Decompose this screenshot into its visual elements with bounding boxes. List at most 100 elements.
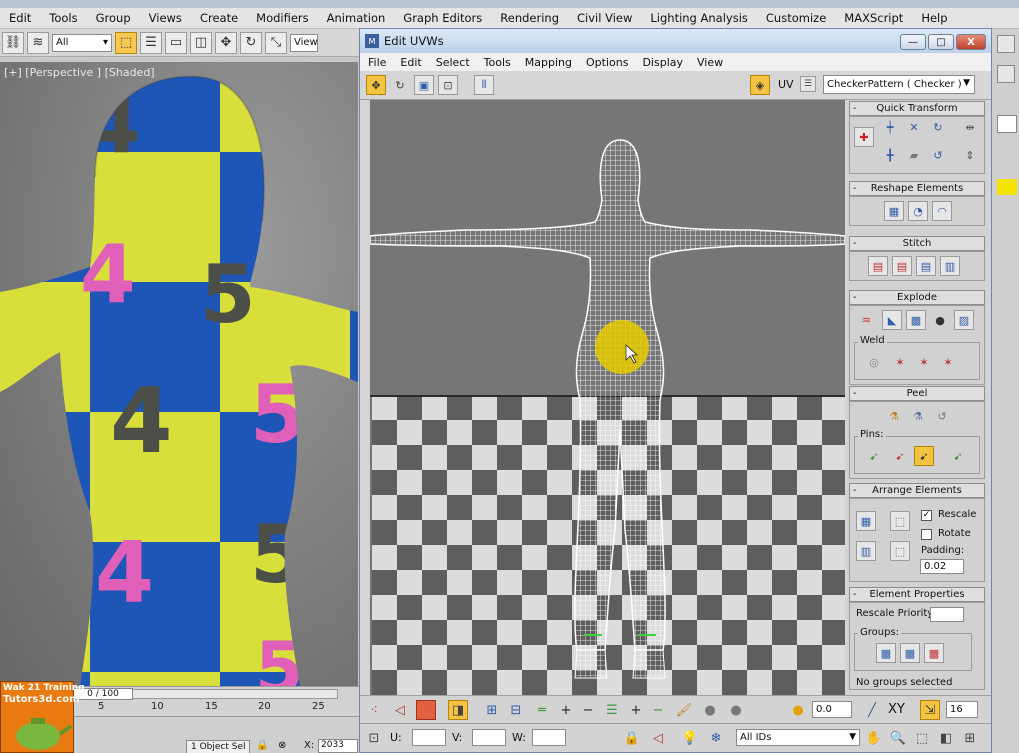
perspective-viewport[interactable]: 4 5 4 4 5 4 5 5 [+] [Perspective ] [Shad… [0,62,358,686]
ring-icon[interactable]: ☰ [602,700,622,720]
material-ids-dropdown[interactable]: All IDs ▼ [736,729,860,746]
paint-grow-icon[interactable]: ● [700,700,720,720]
show-map-icon[interactable]: ◈ [750,75,770,95]
panel-icon[interactable] [997,35,1015,53]
pivot-icon[interactable]: ✚ [854,127,874,147]
flatten-icon[interactable]: ▩ [906,310,926,330]
uvw-menu-display[interactable]: Display [634,56,689,69]
uvw-menu-mapping[interactable]: Mapping [517,56,578,69]
lock-icon[interactable]: 🔒 [622,728,642,748]
absolute-mode-icon[interactable]: ⊡ [364,728,384,748]
rollout-quick-transform[interactable]: Quick Transform [849,101,985,116]
relax-until-flat-icon[interactable]: ◠ [932,201,952,221]
grow-selection-icon[interactable]: ⊞ [482,700,502,720]
uvw-menu-file[interactable]: File [360,56,392,69]
menu-modifiers[interactable]: Modifiers [247,11,318,25]
falloff-type-icon[interactable]: ╱ [862,700,882,720]
menu-views[interactable]: Views [140,11,191,25]
w-coordinate-field[interactable] [532,729,566,746]
scale-icon[interactable]: ▣ [414,75,434,95]
weld-threshold-icon[interactable]: ✶ [914,352,934,372]
rollout-element-properties[interactable]: Element Properties [849,587,985,602]
freeze-icon[interactable]: ❄ [706,728,726,748]
minimize-button[interactable]: — [900,34,926,50]
lock-icon[interactable]: 🔒 [256,740,268,751]
maximize-button[interactable]: □ [928,34,954,50]
menu-maxscript[interactable]: MAXScript [835,11,912,25]
weld-target-icon[interactable]: ◎ [864,352,884,372]
ungroup-selected-icon[interactable]: ▩ [900,643,920,663]
stitch-source-icon[interactable]: ▤ [868,256,888,276]
grow-ring-icon[interactable]: + [626,700,646,720]
shrink-ring-icon[interactable]: − [648,700,668,720]
menu-lighting-analysis[interactable]: Lighting Analysis [641,11,757,25]
group-selected-icon[interactable]: ▩ [876,643,896,663]
menu-civil-view[interactable]: Civil View [568,11,641,25]
rotate-checkbox[interactable] [921,529,932,540]
x-coordinate-field[interactable]: 2033 [318,739,358,753]
rollout-stitch[interactable]: Stitch [849,236,985,251]
light-bulb-icon[interactable]: 💡 [680,728,700,748]
unlink-icon[interactable]: ≋ [27,31,49,54]
menu-tools[interactable]: Tools [40,11,86,25]
xy-label[interactable]: XY [888,702,905,717]
pack-together-icon[interactable]: ▥ [856,541,876,561]
move-icon[interactable]: ✥ [366,75,386,95]
rescale-priority-spinner[interactable] [930,607,964,622]
vertex-mode-icon[interactable]: ⁖ [364,700,384,720]
align-diagonal-icon[interactable]: ✕ [904,117,924,137]
menu-edit[interactable]: Edit [0,11,40,25]
grid-snap-icon[interactable]: ⊞ [960,728,980,748]
select-group-icon[interactable]: ▩ [924,643,944,663]
uvw-menu-options[interactable]: Options [578,56,634,69]
pan-icon[interactable]: ✋ [864,728,884,748]
rollout-explode[interactable]: Explode [849,290,985,305]
close-button[interactable]: X [956,34,986,50]
color-swatch[interactable] [997,179,1017,195]
grow-loop-icon[interactable]: + [556,700,576,720]
pack-custom-icon[interactable]: ▦ [856,511,876,531]
rotate-icon[interactable]: ↻ [390,75,410,95]
link-icon[interactable]: ⛓ [2,31,24,54]
unpin-icon[interactable]: ➹ [890,446,910,466]
list-icon[interactable]: ☰ [800,76,816,92]
select-lock-icon[interactable]: ⊗ [278,740,286,751]
quick-peel-icon[interactable]: ⚗ [884,406,904,426]
padding-spinner[interactable]: 0.02 [920,559,964,574]
edge-mode-icon[interactable]: ◁ [390,700,410,720]
space-horizontal-icon[interactable]: ⇹ [960,117,980,137]
uvw-menu-select[interactable]: Select [428,56,476,69]
break-icon[interactable]: ♒ [856,310,876,330]
rotate-ccw-icon[interactable]: ↺ [928,145,948,165]
stitch-custom-icon[interactable]: ▥ [940,256,960,276]
stitch-target-icon[interactable]: ▤ [916,256,936,276]
menu-group[interactable]: Group [87,11,140,25]
sphere-icon[interactable]: ● [930,310,950,330]
rollout-reshape-elements[interactable]: Reshape Elements [849,181,985,196]
menu-help[interactable]: Help [912,11,956,25]
pack-rescale-icon[interactable]: ⬚ [890,541,910,561]
zoom-icon[interactable]: 🔍 [888,728,908,748]
uvw-menu-edit[interactable]: Edit [392,56,427,69]
uvw-menu-view[interactable]: View [689,56,729,69]
menu-customize[interactable]: Customize [757,11,835,25]
paint-select-icon[interactable]: 🖌 [674,700,694,720]
hide-icon[interactable]: ◁ [648,728,668,748]
loop-icon[interactable]: ═ [532,700,552,720]
modify-icon[interactable] [997,65,1015,83]
falloff-spinner[interactable]: 0.0 [812,701,852,718]
v-coordinate-field[interactable] [472,729,506,746]
select-pins-icon[interactable]: ➹ [948,446,968,466]
rollout-arrange-elements[interactable]: Arrange Elements [849,483,985,498]
u-coordinate-field[interactable] [412,729,446,746]
align-vertical-icon[interactable]: ╋ [880,145,900,165]
freeform-icon[interactable]: ⊡ [438,75,458,95]
region-select-button[interactable]: ▭ [165,31,187,54]
shrink-selection-icon[interactable]: ⊟ [506,700,526,720]
detach-icon[interactable]: ◣ [882,310,902,330]
split-icon[interactable]: ▨ [954,310,974,330]
selection-filter-dropdown[interactable]: All ▾ [52,33,112,52]
weld-all-icon[interactable]: ✶ [938,352,958,372]
select-by-name-button[interactable]: ☰ [140,31,162,54]
uvw-menu-tools[interactable]: Tools [476,56,517,69]
